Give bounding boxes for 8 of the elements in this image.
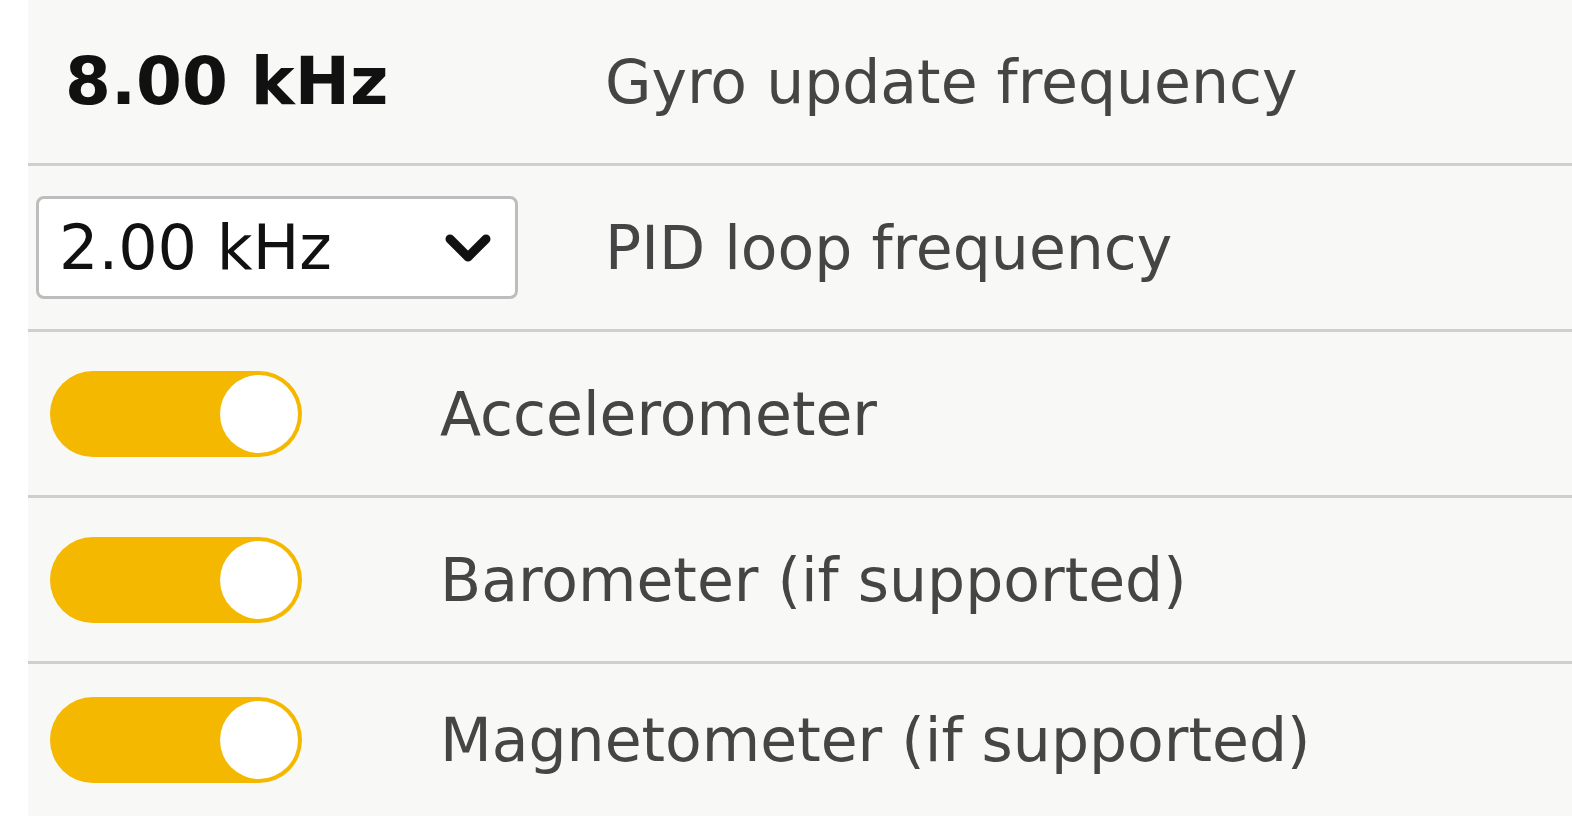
setting-label: Gyro update frequency bbox=[605, 46, 1298, 117]
chevron-down-icon bbox=[445, 232, 491, 263]
setting-label: Magnetometer (if supported) bbox=[440, 705, 1311, 775]
setting-label: PID loop frequency bbox=[605, 212, 1173, 283]
frequency-value: 8.00 kHz bbox=[65, 43, 389, 120]
setting-label: Accelerometer bbox=[440, 378, 877, 449]
setting-label: Barometer (if supported) bbox=[440, 544, 1187, 615]
frequency-select[interactable]: 2.00 kHz bbox=[36, 196, 518, 299]
